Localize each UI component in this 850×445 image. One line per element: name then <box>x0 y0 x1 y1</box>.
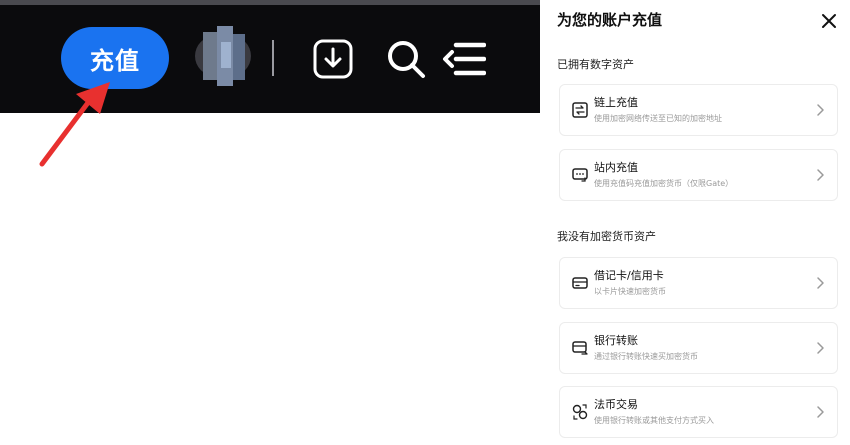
section-label-have-crypto: 已拥有数字资产 <box>557 58 634 71</box>
internal-deposit-icon <box>572 168 588 182</box>
option-fiat-trade[interactable]: 法币交易 使用银行转账或其他支付方式买入 <box>559 386 838 438</box>
option-title: 法币交易 <box>594 398 638 411</box>
option-internal-deposit[interactable]: 站内充值 使用充值码充值加密货币（仅限Gate） <box>559 149 838 201</box>
option-subtitle: 使用银行转账或其他支付方式买入 <box>594 416 714 425</box>
option-subtitle: 使用充值码充值加密货币（仅限Gate） <box>594 179 734 188</box>
menu-icon[interactable] <box>442 38 486 80</box>
chevron-right-icon <box>817 406 824 418</box>
search-icon[interactable] <box>384 38 428 80</box>
option-chain-deposit[interactable]: 链上充值 使用加密网络传送至已知的加密地址 <box>559 84 838 136</box>
option-title: 站内充值 <box>594 161 638 174</box>
chevron-right-icon <box>817 277 824 289</box>
fiat-trade-icon <box>572 404 588 420</box>
option-subtitle: 以卡片快速加密货币 <box>594 287 666 296</box>
close-button[interactable] <box>819 11 839 31</box>
chain-deposit-icon <box>572 102 588 118</box>
close-icon <box>822 14 836 28</box>
bank-transfer-icon <box>572 341 588 355</box>
annotation-arrow-icon <box>39 82 110 167</box>
top-edge-line <box>0 0 540 5</box>
option-title: 链上充值 <box>594 96 638 109</box>
chevron-right-icon <box>817 104 824 116</box>
panel-title: 为您的账户充值 <box>557 11 663 29</box>
avatar[interactable] <box>195 24 251 88</box>
option-card-payment[interactable]: 借记卡/信用卡 以卡片快速加密货币 <box>559 257 838 309</box>
option-title: 银行转账 <box>594 334 638 347</box>
option-title: 借记卡/信用卡 <box>594 269 664 282</box>
option-subtitle: 使用加密网络传送至已知的加密地址 <box>594 114 722 123</box>
deposit-panel: 为您的账户充值 已拥有数字资产 链上充值 使用加密网络传送至已知的加密地址 站内… <box>540 0 850 445</box>
section-label-no-crypto: 我没有加密货币资产 <box>557 230 656 243</box>
download-icon[interactable] <box>311 38 355 80</box>
navbar-divider <box>272 40 274 76</box>
chevron-right-icon <box>817 342 824 354</box>
option-subtitle: 通过银行转账快速买加密货币 <box>594 352 698 361</box>
chevron-right-icon <box>817 169 824 181</box>
option-bank-transfer[interactable]: 银行转账 通过银行转账快速买加密货币 <box>559 322 838 374</box>
card-icon <box>572 277 588 289</box>
